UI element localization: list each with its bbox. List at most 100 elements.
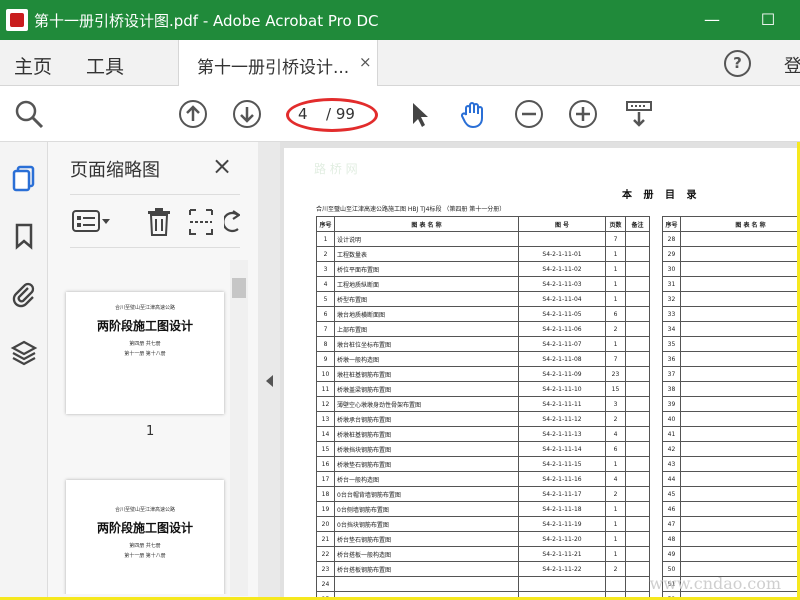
cell-no: 34 — [662, 321, 681, 337]
attachment-icon[interactable] — [10, 280, 38, 308]
table-row: 24 — [316, 576, 650, 592]
login-button[interactable]: 登 — [784, 52, 800, 78]
cell-no: 32 — [662, 291, 681, 307]
zoom-search-icon[interactable] — [14, 99, 44, 129]
thumbnail-number: 1 — [146, 424, 155, 439]
cell-remark — [625, 366, 650, 382]
cell-name — [680, 291, 797, 307]
zoom-out-icon[interactable] — [514, 99, 544, 129]
cell-name: 桥墩桩基钢筋布置图 — [334, 426, 519, 442]
cell-no: 2 — [316, 246, 335, 262]
cell-remark — [625, 336, 650, 352]
table-row: 2 工程数量表 S4-2-1-11-01 1 — [316, 246, 650, 262]
cell-code: S4-2-1-11-03 — [518, 276, 606, 292]
cell-name — [680, 306, 797, 322]
thumbnail-scrollbar[interactable] — [230, 260, 248, 596]
panel-collapse-handle[interactable] — [258, 142, 280, 597]
cell-remark — [625, 561, 650, 577]
zoom-in-icon[interactable] — [568, 99, 598, 129]
cell-no: 33 — [662, 306, 681, 322]
menu-home[interactable]: 主页 — [14, 52, 52, 79]
menu-tools[interactable]: 工具 — [86, 52, 124, 79]
thumbnail-page-2[interactable]: 合川至璧山至江津高速公路 两阶段施工图设计 第四册 共七册 第十一册 第十八册 — [66, 480, 224, 594]
scrollbar-thumb[interactable] — [232, 278, 246, 298]
maximize-button[interactable]: ☐ — [756, 8, 780, 32]
cell-no: 44 — [662, 471, 681, 487]
cell-name — [680, 246, 797, 262]
cell-remark — [625, 546, 650, 562]
toc-subtitle: 合川至璧山至江津高速公路施工图 HBJ TJ4标段 （第四册 第十一分册） — [316, 206, 506, 213]
cell-name: 墩台桩位坐标布置图 — [334, 336, 519, 352]
toc-table: 序号 图 表 名 称 图 号 页数 备注 1 设计说明 7 2 工程数量表 S4-2-1-… — [316, 216, 650, 597]
cell-name — [680, 336, 797, 352]
help-icon[interactable]: ? — [724, 50, 751, 77]
cell-code: S4-2-1-11-04 — [518, 291, 606, 307]
cell-no: 6 — [316, 306, 335, 322]
previous-page-icon[interactable] — [178, 99, 208, 129]
cell-no: 29 — [662, 246, 681, 262]
hand-tool-icon[interactable] — [458, 99, 488, 129]
layers-icon[interactable] — [10, 338, 38, 366]
cell-pages: 7 — [605, 351, 626, 367]
tab-bar: 主页 工具 第十一册引桥设计... × ? 登 — [0, 40, 800, 86]
tab-close-icon[interactable]: × — [359, 53, 372, 71]
extract-pages-icon[interactable] — [188, 207, 214, 237]
document-tab[interactable]: 第十一册引桥设计... × — [178, 40, 378, 86]
bookmark-icon[interactable] — [10, 222, 38, 250]
watermark-top: 路 桥 网 — [314, 162, 358, 176]
panel-close-icon[interactable]: × — [212, 152, 232, 180]
cell-code: S4-2-1-11-14 — [518, 441, 606, 457]
select-cursor-icon[interactable] — [404, 99, 434, 129]
thumbnail-options-icon[interactable] — [72, 209, 112, 235]
cell-pages: 1 — [605, 246, 626, 262]
cell-name: 桥墩挡块钢筋布置图 — [334, 441, 519, 457]
cell-remark — [625, 576, 650, 592]
cell-name — [680, 261, 797, 277]
cell-code: S4-2-1-11-06 — [518, 321, 606, 337]
rotate-page-icon[interactable] — [224, 209, 240, 235]
cell-remark — [625, 486, 650, 502]
cell-name — [680, 366, 797, 382]
document-view[interactable]: 路 桥 网 本 册 目 录 合川至璧山至江津高速公路施工图 HBJ TJ4标段 … — [280, 142, 797, 597]
page-thumbnails-icon[interactable] — [10, 164, 38, 192]
minimize-button[interactable]: — — [700, 8, 724, 32]
next-page-icon[interactable] — [232, 99, 262, 129]
collapse-arrow-icon[interactable] — [264, 374, 274, 388]
table-row: 47 — [662, 516, 797, 532]
cell-pages: 1 — [605, 531, 626, 547]
table-row: 5 桥型布置图 S4-2-1-11-04 1 — [316, 291, 650, 307]
cell-code: S4-2-1-11-18 — [518, 501, 606, 517]
cell-remark — [625, 381, 650, 397]
cell-name: 桥墩承台钢筋布置图 — [334, 411, 519, 427]
thumbnail-page-1[interactable]: 合川至璧山至江津高速公路 两阶段施工图设计 第四册 共七册 第十一册 第十八册 — [66, 292, 224, 414]
cell-no: 9 — [316, 351, 335, 367]
thumb-line: 第十一册 第十八册 — [124, 553, 166, 559]
watermark: www.cndao.com — [649, 574, 781, 593]
delete-page-icon[interactable] — [146, 207, 172, 237]
cell-no: 35 — [662, 336, 681, 352]
table-row: 10 墩柱桩基钢筋布置图 S4-2-1-11-09 23 — [316, 366, 650, 382]
scroll-mode-icon[interactable] — [624, 99, 654, 129]
thumb-line: 合川至璧山至江津高速公路 — [114, 507, 175, 513]
cell-no: 47 — [662, 516, 681, 532]
cell-remark — [625, 261, 650, 277]
cell-name: 桥台垫石钢筋布置图 — [334, 531, 519, 547]
table-row: 44 — [662, 471, 797, 487]
cell-code: S4-2-1-11-02 — [518, 261, 606, 277]
table-row: 9 桥墩一般构造图 S4-2-1-11-08 7 — [316, 351, 650, 367]
thumb-heading: 两阶段施工图设计 — [96, 319, 193, 333]
header-pages: 页数 — [605, 216, 626, 232]
table-row: 18 0台台帽背墙钢筋布置图 S4-2-1-11-17 2 — [316, 486, 650, 502]
table-row: 39 — [662, 396, 797, 412]
cell-pages — [605, 576, 626, 592]
header-code: 图 号 — [518, 216, 606, 232]
cell-remark — [625, 441, 650, 457]
cell-no: 42 — [662, 441, 681, 457]
cell-remark — [625, 426, 650, 442]
cell-code: S4-2-1-11-12 — [518, 411, 606, 427]
cell-no: 10 — [316, 366, 335, 382]
cell-no: 11 — [316, 381, 335, 397]
cell-pages: 1 — [605, 516, 626, 532]
panel-title: 页面缩略图 — [70, 160, 160, 181]
table-row: 36 — [662, 351, 797, 367]
